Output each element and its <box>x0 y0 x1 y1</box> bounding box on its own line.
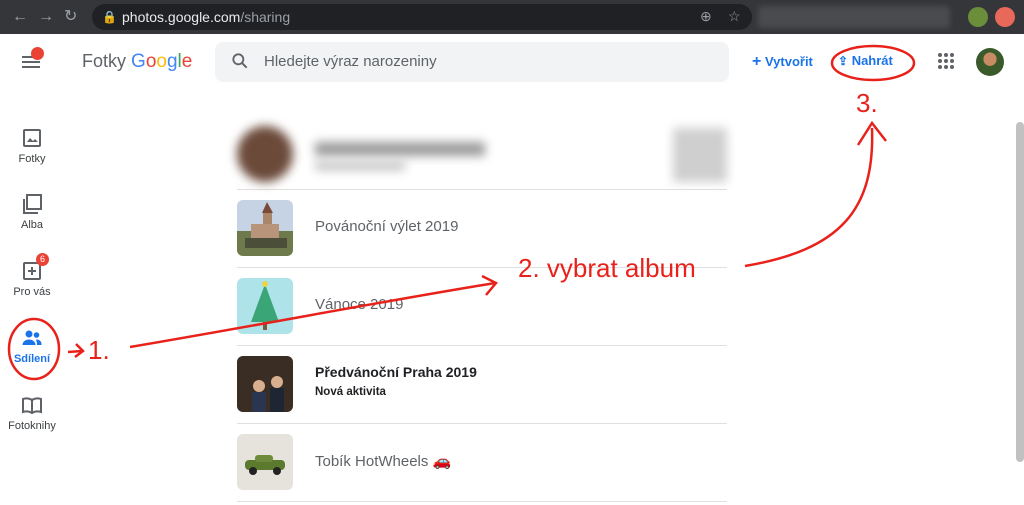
annotation-step-1: 1. <box>88 335 110 365</box>
annotation-overlay: 1. 2. vybrat album 3. <box>7 44 916 381</box>
upload-circle-annotation <box>830 44 916 82</box>
annotation-step-3: 3. <box>856 88 878 118</box>
arrow-2-annotation <box>129 281 496 349</box>
annotation-step-2: 2. vybrat album <box>518 253 696 283</box>
arrow-3-annotation <box>744 127 874 268</box>
sharing-circle-annotation <box>7 317 61 381</box>
